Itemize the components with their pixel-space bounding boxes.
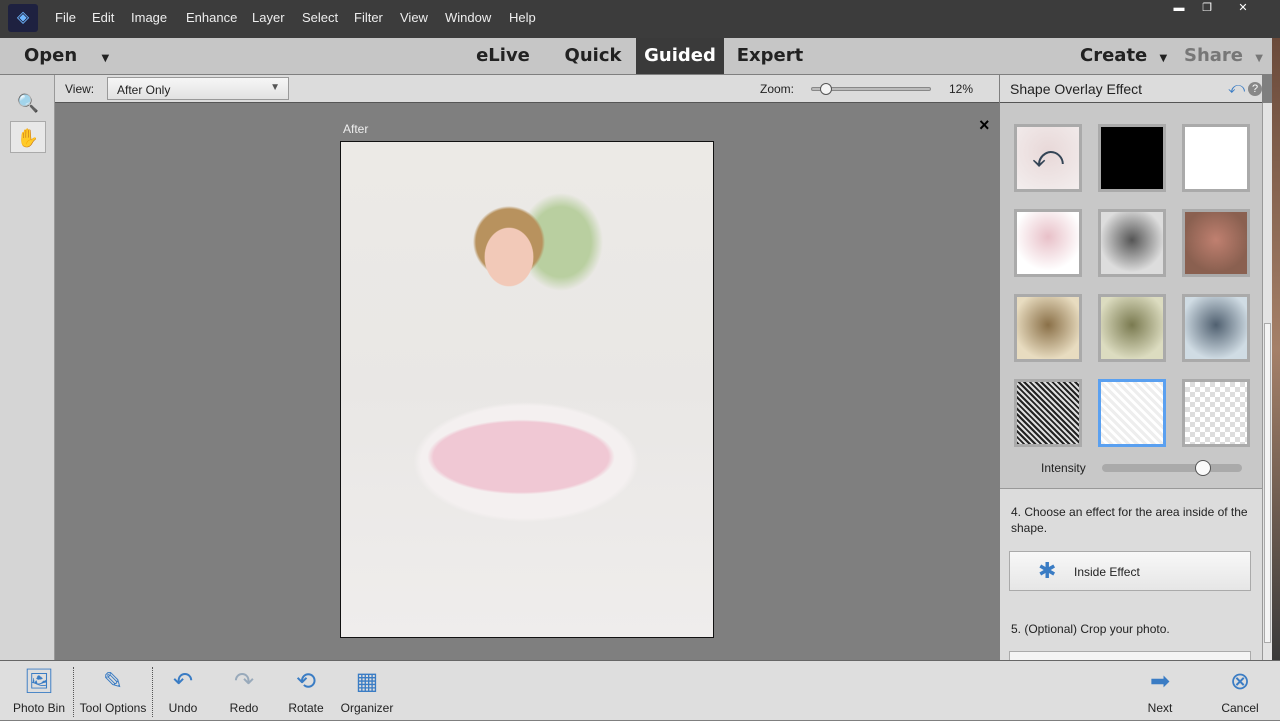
puzzle-shape-icon: ✱ [1038, 558, 1057, 583]
hand-tool-icon[interactable]: ✋ [10, 121, 46, 153]
rotate-button[interactable]: ⟲ Rotate [284, 661, 328, 721]
toolbox: 🔍 ✋ [0, 75, 55, 660]
chevron-down-icon: ▼ [1255, 53, 1263, 64]
help-icon[interactable]: ? [1248, 82, 1262, 96]
panel-header: Shape Overlay Effect ⤺ ? [1000, 75, 1262, 103]
divider [152, 667, 153, 717]
effect-thumbnail-transparent[interactable] [1182, 379, 1250, 447]
canvas-label: After [343, 122, 369, 136]
photo-bin-label: Photo Bin [12, 701, 66, 715]
create-label: Create [1080, 45, 1148, 66]
close-window-button[interactable]: ✕ [1218, 0, 1268, 16]
steps-section: 4. Choose an effect for the area inside … [1000, 488, 1262, 663]
chevron-down-icon: ▼ [101, 53, 110, 64]
tool-options-button[interactable]: ✎ Tool Options [76, 661, 150, 721]
menu-select[interactable]: Select [302, 10, 338, 25]
guided-panel: Shape Overlay Effect ⤺ ? ⤺ Intensity 4. … [1000, 75, 1262, 663]
chevron-down-icon: ▼ [1159, 53, 1168, 64]
rotate-label: Rotate [288, 701, 324, 715]
scrollbar-thumb[interactable] [1264, 323, 1271, 643]
intensity-slider[interactable] [1102, 460, 1242, 476]
background-window [1272, 38, 1280, 660]
effect-thumbnail-grayscale[interactable] [1098, 209, 1166, 277]
zoom-slider[interactable] [811, 83, 931, 95]
tab-quick[interactable]: Quick [560, 38, 626, 74]
mode-bar: Open ▼ eLive Quick Guided Expert Create … [0, 38, 1272, 74]
organizer-grid-icon: ▦ [355, 668, 379, 695]
app-logo-icon: ◈ [8, 4, 38, 32]
chevron-down-icon: ▼ [270, 82, 280, 93]
open-button[interactable]: Open ▼ [24, 38, 109, 74]
effect-thumbnail-black[interactable] [1098, 124, 1166, 192]
organizer-label: Organizer [340, 701, 394, 715]
open-label: Open [24, 45, 78, 66]
share-button[interactable]: Share ▼ [1184, 38, 1263, 74]
rotate-icon: ⟲ [295, 668, 317, 695]
intensity-label: Intensity [1041, 461, 1086, 475]
menu-file[interactable]: File [55, 10, 76, 25]
divider [73, 667, 74, 717]
step4-text: 4. Choose an effect for the area inside … [1011, 505, 1248, 535]
panel-title: Shape Overlay Effect [1010, 81, 1143, 97]
effect-thumbnail-dark-texture[interactable] [1014, 379, 1082, 447]
effect-thumbnail-cool-blue[interactable] [1182, 294, 1250, 362]
menu-view[interactable]: View [400, 10, 428, 25]
intensity-slider-handle[interactable] [1194, 460, 1211, 476]
next-button[interactable]: ➡ Next [1140, 661, 1180, 721]
undo-button[interactable]: ↶ Undo [163, 661, 203, 721]
panel-scrollbar[interactable] [1262, 103, 1272, 660]
inside-effect-label: Inside Effect [1074, 565, 1140, 579]
menu-image[interactable]: Image [131, 10, 167, 25]
photo-preview [340, 141, 714, 638]
create-button[interactable]: Create ▼ [1080, 38, 1167, 74]
view-label: View: [65, 82, 95, 96]
zoom-tool-icon[interactable]: 🔍 [10, 87, 46, 119]
menu-help[interactable]: Help [509, 10, 536, 25]
bottom-bar: 🖼 Photo Bin ✎ Tool Options ↶ Undo ↷ Redo ⟲ Ro… [0, 660, 1280, 720]
effect-thumbnail-olive[interactable] [1098, 294, 1166, 362]
menu-layer[interactable]: Layer [252, 10, 285, 25]
menu-bar: ◈ File Edit Image Enhance Layer Select F… [0, 0, 1280, 38]
menu-window[interactable]: Window [445, 10, 491, 25]
tab-elive[interactable]: eLive [470, 38, 536, 74]
reset-icon[interactable]: ⤺ [1228, 75, 1245, 103]
cancel-button[interactable]: ⊗ Cancel [1218, 661, 1262, 721]
share-label: Share [1184, 45, 1244, 66]
zoom-value: 12% [949, 82, 974, 96]
effect-thumbnail-pink-tint[interactable] [1014, 209, 1082, 277]
effect-thumbnail-white[interactable] [1182, 124, 1250, 192]
step5-text: 5. (Optional) Crop your photo. [1011, 622, 1170, 636]
close-canvas-icon[interactable]: × [979, 115, 990, 136]
reset-icon: ⤺ [1031, 141, 1065, 174]
redo-button[interactable]: ↷ Redo [224, 661, 264, 721]
photo-bin-icon: 🖼 [23, 668, 55, 695]
effect-thumbnail-color[interactable] [1182, 209, 1250, 277]
tool-options-label: Tool Options [79, 701, 147, 715]
cancel-label: Cancel [1221, 701, 1259, 715]
next-arrow-icon: ➡ [1149, 668, 1171, 695]
menu-edit[interactable]: Edit [92, 10, 114, 25]
redo-icon: ↷ [233, 668, 255, 695]
undo-icon: ↶ [172, 668, 194, 695]
tab-expert[interactable]: Expert [734, 38, 806, 74]
redo-label: Redo [229, 701, 259, 715]
zoom-slider-handle[interactable] [820, 83, 833, 95]
menu-filter[interactable]: Filter [354, 10, 383, 25]
undo-label: Undo [168, 701, 198, 715]
next-label: Next [1147, 701, 1173, 715]
effect-thumbnail-reset[interactable]: ⤺ [1014, 124, 1082, 192]
view-select-value: After Only [117, 83, 171, 97]
organizer-button[interactable]: ▦ Organizer [338, 661, 396, 721]
menu-enhance[interactable]: Enhance [186, 10, 237, 25]
zoom-label: Zoom: [760, 82, 795, 96]
tool-options-bar: View: After Only ▼ Zoom: 12% [55, 75, 999, 103]
effect-thumbnail-sepia[interactable] [1014, 294, 1082, 362]
tab-guided[interactable]: Guided [636, 38, 724, 74]
inside-effect-button[interactable]: ✱ Inside Effect [1009, 551, 1251, 591]
cancel-icon: ⊗ [1229, 668, 1251, 695]
photo-bin-button[interactable]: 🖼 Photo Bin [8, 661, 70, 721]
view-select[interactable]: After Only ▼ [107, 77, 289, 100]
effect-thumbnail-light-texture[interactable] [1098, 379, 1166, 447]
tool-options-icon: ✎ [102, 668, 124, 695]
